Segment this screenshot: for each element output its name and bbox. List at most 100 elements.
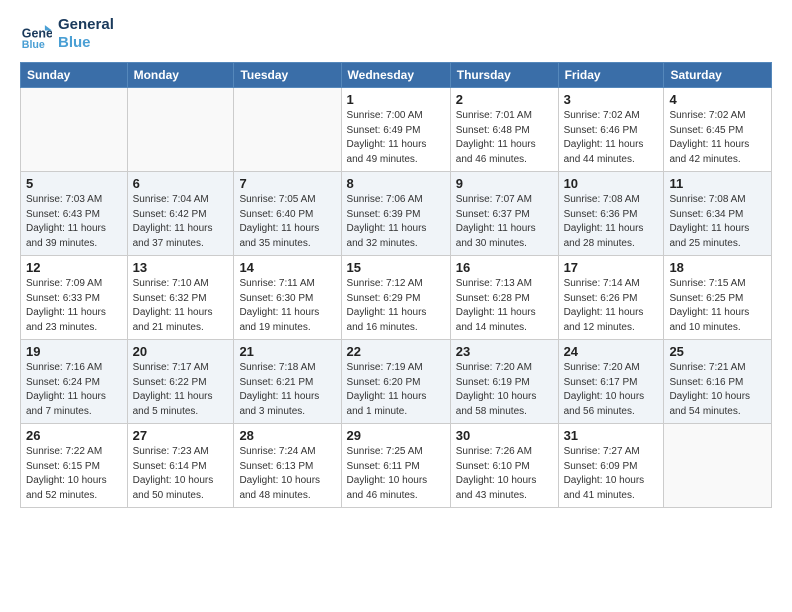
calendar-cell: 29 Sunrise: 7:25 AM Sunset: 6:11 PM Dayli… [341,424,450,508]
calendar-cell: 17Sunrise: 7:14 AM Sunset: 6:26 PM Dayli… [558,256,664,340]
calendar-cell: 21 Sunrise: 7:18 AM Sunset: 6:21 PM Dayli… [234,340,341,424]
day-number: 4 [669,92,766,107]
day-info: Sunrise: 7:00 AM Sunset: 6:49 PM Dayligh… [347,109,445,167]
calendar-cell: 13 Sunrise: 7:10 AM Sunset: 6:32 PM Dayli… [127,256,234,340]
day-number: 21 [239,344,335,359]
day-number: 10 [564,176,659,191]
day-info: Sunrise: 7:27 AM Sunset: 6:09 PM Dayligh… [564,445,659,503]
calendar-cell: 11 Sunrise: 7:08 AM Sunset: 6:34 PM Dayli… [664,172,772,256]
calendar-cell: 20 Sunrise: 7:17 AM Sunset: 6:22 PM Dayli… [127,340,234,424]
calendar-cell: 8 Sunrise: 7:06 AM Sunset: 6:39 PM Daylig… [341,172,450,256]
day-info: Sunrise: 7:20 AM Sunset: 6:19 PM Dayligh… [456,361,553,419]
day-number: 6 [133,176,229,191]
calendar-cell: 1 Sunrise: 7:00 AM Sunset: 6:49 PM Daylig… [341,88,450,172]
calendar-cell: 10 Sunrise: 7:08 AM Sunset: 6:36 PM Dayli… [558,172,664,256]
day-info: Sunrise: 7:16 AM Sunset: 6:24 PM Dayligh… [26,361,122,419]
calendar-cell: 6 Sunrise: 7:04 AM Sunset: 6:42 PM Daylig… [127,172,234,256]
calendar-cell: 18 Sunrise: 7:15 AM Sunset: 6:25 PM Dayli… [664,256,772,340]
day-info: Sunrise: 7:03 AM Sunset: 6:43 PM Dayligh… [26,193,122,251]
day-info: Sunrise: 7:14 AM Sunset: 6:26 PM Dayligh… [564,277,659,335]
svg-text:Blue: Blue [22,39,45,50]
day-number: 22 [347,344,445,359]
calendar-day-header: Monday [127,63,234,88]
calendar-cell: 2Sunrise: 7:01 AM Sunset: 6:48 PM Daylig… [450,88,558,172]
calendar-cell: 12Sunrise: 7:09 AM Sunset: 6:33 PM Dayli… [21,256,128,340]
day-info: Sunrise: 7:20 AM Sunset: 6:17 PM Dayligh… [564,361,659,419]
calendar-cell: 26 Sunrise: 7:22 AM Sunset: 6:15 PM Dayli… [21,424,128,508]
calendar-cell: 5 Sunrise: 7:03 AM Sunset: 6:43 PM Daylig… [21,172,128,256]
calendar-cell: 25Sunrise: 7:21 AM Sunset: 6:16 PM Dayli… [664,340,772,424]
calendar-cell: 23 Sunrise: 7:20 AM Sunset: 6:19 PM Dayli… [450,340,558,424]
day-number: 7 [239,176,335,191]
day-info: Sunrise: 7:21 AM Sunset: 6:16 PM Dayligh… [669,361,766,419]
day-info: Sunrise: 7:05 AM Sunset: 6:40 PM Dayligh… [239,193,335,251]
calendar-cell: 4 Sunrise: 7:02 AM Sunset: 6:45 PM Daylig… [664,88,772,172]
day-info: Sunrise: 7:25 AM Sunset: 6:11 PM Dayligh… [347,445,445,503]
day-info: Sunrise: 7:06 AM Sunset: 6:39 PM Dayligh… [347,193,445,251]
day-number: 29 [347,428,445,443]
day-info: Sunrise: 7:19 AM Sunset: 6:20 PM Dayligh… [347,361,445,419]
day-number: 18 [669,260,766,275]
day-number: 5 [26,176,122,191]
day-info: Sunrise: 7:09 AM Sunset: 6:33 PM Dayligh… [26,277,122,335]
calendar-cell [234,88,341,172]
calendar-week-row: 5 Sunrise: 7:03 AM Sunset: 6:43 PM Daylig… [21,172,772,256]
calendar-cell: 27 Sunrise: 7:23 AM Sunset: 6:14 PM Dayli… [127,424,234,508]
calendar-header-row: SundayMondayTuesdayWednesdayThursdayFrid… [21,63,772,88]
calendar-cell: 15 Sunrise: 7:12 AM Sunset: 6:29 PM Dayli… [341,256,450,340]
day-number: 28 [239,428,335,443]
calendar-cell: 9Sunrise: 7:07 AM Sunset: 6:37 PM Daylig… [450,172,558,256]
day-number: 23 [456,344,553,359]
calendar-week-row: 12Sunrise: 7:09 AM Sunset: 6:33 PM Dayli… [21,256,772,340]
day-number: 14 [239,260,335,275]
day-info: Sunrise: 7:22 AM Sunset: 6:15 PM Dayligh… [26,445,122,503]
calendar-week-row: 1 Sunrise: 7:00 AM Sunset: 6:49 PM Daylig… [21,88,772,172]
calendar-day-header: Friday [558,63,664,88]
logo: General Blue General Blue [20,16,114,52]
day-number: 24 [564,344,659,359]
calendar-cell: 28 Sunrise: 7:24 AM Sunset: 6:13 PM Dayli… [234,424,341,508]
day-info: Sunrise: 7:24 AM Sunset: 6:13 PM Dayligh… [239,445,335,503]
calendar-cell: 16Sunrise: 7:13 AM Sunset: 6:28 PM Dayli… [450,256,558,340]
calendar-cell: 30Sunrise: 7:26 AM Sunset: 6:10 PM Dayli… [450,424,558,508]
calendar-cell: 3Sunrise: 7:02 AM Sunset: 6:46 PM Daylig… [558,88,664,172]
day-number: 26 [26,428,122,443]
calendar-cell: 14 Sunrise: 7:11 AM Sunset: 6:30 PM Dayli… [234,256,341,340]
calendar-cell: 22 Sunrise: 7:19 AM Sunset: 6:20 PM Dayli… [341,340,450,424]
calendar-cell [664,424,772,508]
calendar-cell: 31Sunrise: 7:27 AM Sunset: 6:09 PM Dayli… [558,424,664,508]
logo-icon: General Blue [20,18,52,50]
day-number: 27 [133,428,229,443]
day-info: Sunrise: 7:02 AM Sunset: 6:46 PM Dayligh… [564,109,659,167]
day-number: 11 [669,176,766,191]
day-number: 1 [347,92,445,107]
day-number: 30 [456,428,553,443]
calendar-day-header: Thursday [450,63,558,88]
calendar-day-header: Wednesday [341,63,450,88]
day-info: Sunrise: 7:17 AM Sunset: 6:22 PM Dayligh… [133,361,229,419]
day-info: Sunrise: 7:15 AM Sunset: 6:25 PM Dayligh… [669,277,766,335]
day-number: 13 [133,260,229,275]
day-number: 15 [347,260,445,275]
day-number: 9 [456,176,553,191]
calendar-cell: 19Sunrise: 7:16 AM Sunset: 6:24 PM Dayli… [21,340,128,424]
day-info: Sunrise: 7:08 AM Sunset: 6:34 PM Dayligh… [669,193,766,251]
day-info: Sunrise: 7:08 AM Sunset: 6:36 PM Dayligh… [564,193,659,251]
day-info: Sunrise: 7:10 AM Sunset: 6:32 PM Dayligh… [133,277,229,335]
calendar-day-header: Sunday [21,63,128,88]
day-info: Sunrise: 7:12 AM Sunset: 6:29 PM Dayligh… [347,277,445,335]
day-info: Sunrise: 7:18 AM Sunset: 6:21 PM Dayligh… [239,361,335,419]
day-info: Sunrise: 7:04 AM Sunset: 6:42 PM Dayligh… [133,193,229,251]
day-number: 8 [347,176,445,191]
calendar-cell: 7 Sunrise: 7:05 AM Sunset: 6:40 PM Daylig… [234,172,341,256]
day-info: Sunrise: 7:11 AM Sunset: 6:30 PM Dayligh… [239,277,335,335]
header: General Blue General Blue [20,16,772,52]
day-info: Sunrise: 7:23 AM Sunset: 6:14 PM Dayligh… [133,445,229,503]
day-info: Sunrise: 7:02 AM Sunset: 6:45 PM Dayligh… [669,109,766,167]
calendar-week-row: 19Sunrise: 7:16 AM Sunset: 6:24 PM Dayli… [21,340,772,424]
calendar-day-header: Tuesday [234,63,341,88]
page-container: General Blue General Blue SundayMondayTu… [0,0,792,518]
calendar-cell [127,88,234,172]
calendar-table: SundayMondayTuesdayWednesdayThursdayFrid… [20,62,772,508]
day-number: 20 [133,344,229,359]
